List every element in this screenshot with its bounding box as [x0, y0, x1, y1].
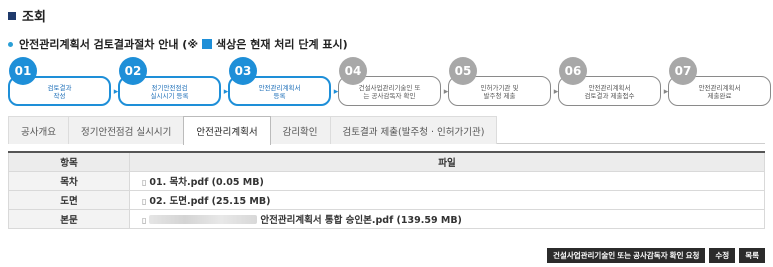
step-number-badge: 05 — [449, 57, 477, 85]
file-icon: ▯ — [142, 196, 147, 206]
step-label: 안전관리계획서 등록 — [258, 84, 301, 100]
table-header-row: 항목 파일 — [8, 151, 765, 172]
process-step-3: 안전관리계획서 등록 03 — [228, 54, 331, 110]
row-file-cell: ▯ 안전관리계획서 통합 승인본.pdf (139.59 MB) — [129, 208, 765, 229]
table-row: 도면 ▯ 02. 도면.pdf (25.15 MB) — [8, 189, 765, 210]
table-row: 본문 ▯ 안전관리계획서 통합 승인본.pdf (139.59 MB) — [8, 208, 765, 229]
step-label: 정기안전점검 실시시기 등록 — [150, 84, 189, 100]
tab-5[interactable]: 검토결과 제출(발주청 · 인허가기관) — [329, 116, 498, 144]
process-step-1: 검토결과 작성 01 — [8, 54, 111, 110]
row-label: 도면 — [8, 189, 130, 210]
step-number-badge: 06 — [559, 57, 587, 85]
column-header-file: 파일 — [129, 151, 765, 172]
tab-1[interactable]: 공사개요 — [8, 116, 69, 144]
process-step-4: 건설사업관리기술인 또 는 공사감독자 확인 04 — [338, 54, 441, 110]
title-square-icon — [8, 11, 16, 20]
step-number-badge: 03 — [229, 57, 257, 85]
file-link[interactable]: 02. 도면.pdf (25.15 MB) — [149, 196, 270, 207]
page-header: 조회 — [8, 6, 46, 25]
row-file-cell: ▯ 01. 목차.pdf (0.05 MB) — [129, 170, 765, 191]
step-label: 인허가기관 및 발주청 제출 — [480, 84, 519, 100]
file-icon: ▯ — [142, 215, 147, 225]
step-number-badge: 04 — [339, 57, 367, 85]
step-number-badge: 07 — [669, 57, 697, 85]
guide-text-after: 색상은 현재 처리 단계 표시) — [216, 38, 348, 51]
step-label: 안전관리계획서 검토결과 제출접수 — [584, 84, 635, 100]
step-label: 검토결과 작성 — [47, 84, 72, 100]
bullet-dot-icon — [8, 41, 13, 47]
page-title: 조회 — [22, 10, 46, 25]
step-label: 안전관리계획서 제출완료 — [698, 84, 741, 100]
edit-button[interactable]: 수정 — [709, 248, 736, 263]
step-number-badge: 01 — [9, 57, 37, 85]
process-step-7: 안전관리계획서 제출완료 07 — [668, 54, 771, 110]
list-button[interactable]: 목록 — [739, 248, 765, 263]
file-table: 항목 파일 목차 ▯ 01. 목차.pdf (0.05 MB) 도면 ▯ 02. 도면.p… — [8, 151, 765, 229]
tab-3[interactable]: 안전관리계획서 — [183, 116, 271, 145]
process-step-5: 인허가기관 및 발주청 제출 05 — [448, 54, 551, 110]
process-step-2: 정기안전점검 실시시기 등록 02 — [118, 54, 221, 110]
tab-4[interactable]: 감리확인 — [269, 116, 331, 144]
step-number-badge: 02 — [119, 57, 147, 85]
table-row: 목차 ▯ 01. 목차.pdf (0.05 MB) — [8, 170, 765, 191]
confirm-request-button[interactable]: 건설사업관리기술인 또는 공사감독자 확인 요청 — [547, 248, 706, 263]
file-icon: ▯ — [142, 177, 147, 187]
column-header-item: 항목 — [8, 151, 130, 172]
row-label: 목차 — [8, 170, 130, 191]
row-label: 본문 — [8, 208, 130, 229]
action-buttons: 건설사업관리기술인 또는 공사감독자 확인 요청 수정 목록 — [547, 248, 765, 263]
process-guide: 안전관리계획서 검토결과절차 안내 (※ 색상은 현재 처리 단계 표시) — [8, 36, 348, 52]
current-step-legend-icon — [202, 39, 213, 49]
tab-2[interactable]: 정기안전점검 실시시기 — [67, 116, 185, 144]
tab-bar: 공사개요 정기안전점검 실시시기 안전관리계획서 감리확인 검토결과 제출(발주청 · … — [8, 116, 765, 145]
row-file-cell: ▯ 02. 도면.pdf (25.15 MB) — [129, 189, 765, 210]
process-step-6: 안전관리계획서 검토결과 제출접수 06 — [558, 54, 661, 110]
step-label: 건설사업관리기술인 또 는 공사감독자 확인 — [358, 84, 421, 100]
process-steps: 검토결과 작성 01 ▸ 정기안전점검 실시시기 등록 02 ▸ 안전관리계획서 등록 03 ▸… — [0, 54, 773, 110]
file-link[interactable]: 01. 목차.pdf (0.05 MB) — [149, 177, 263, 188]
guide-text-before: 안전관리계획서 검토결과절차 안내 (※ — [19, 38, 199, 51]
file-link[interactable]: 안전관리계획서 통합 승인본.pdf (139.59 MB) — [260, 215, 462, 226]
redacted-text — [149, 214, 258, 224]
